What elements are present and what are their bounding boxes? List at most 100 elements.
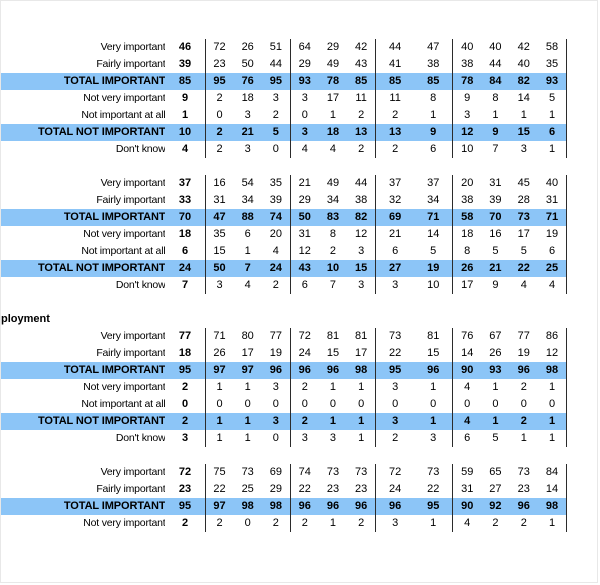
data-cell: 8	[329, 228, 337, 240]
data-cell: 4	[520, 279, 527, 291]
data-cell: 27	[489, 483, 502, 495]
data-cell: 58	[452, 209, 482, 226]
data-cell: 7	[233, 260, 262, 277]
row-total-value: 77	[178, 330, 192, 342]
data-cell: 80	[241, 330, 254, 342]
data-cell: 2	[204, 124, 234, 141]
data-cell: 25	[241, 483, 254, 495]
data-cell: 3	[289, 430, 319, 447]
data-cell: 73	[509, 209, 539, 226]
data-cell: 1	[538, 379, 568, 396]
data-cell: 2	[272, 517, 279, 529]
row-label-very-important: Very important	[100, 177, 166, 189]
data-cell: 6	[430, 143, 437, 155]
data-cell: 39	[269, 194, 282, 206]
group-label: ployment	[1, 311, 567, 328]
data-cell: 4	[538, 277, 568, 294]
data-cell: 78	[452, 73, 482, 90]
data-cell: 1	[481, 413, 510, 430]
data-cell: 90	[452, 362, 482, 379]
data-cell: 95	[261, 73, 291, 90]
data-cell: 9	[481, 124, 510, 141]
data-cell: 2	[204, 141, 234, 158]
row-total-value: 39	[178, 58, 192, 70]
row-label-don-t-know: Don't know	[115, 143, 166, 155]
data-cell: 42	[517, 41, 530, 53]
data-cell: 95	[375, 362, 415, 379]
data-cell: 12	[289, 243, 319, 260]
data-cell: 73	[375, 328, 415, 345]
data-cell: 84	[481, 73, 510, 90]
data-cell: 37	[375, 175, 415, 192]
data-cell: 0	[520, 398, 527, 410]
data-cell: 93	[481, 362, 510, 379]
data-cell: 25	[538, 260, 568, 277]
data-cell: 15	[509, 124, 539, 141]
data-cell: 6	[244, 228, 251, 240]
data-cell: 3	[272, 92, 279, 104]
data-cell: 1	[538, 515, 568, 532]
data-cell: 21	[289, 175, 319, 192]
data-cell: 15	[204, 243, 234, 260]
data-cell: 64	[289, 39, 319, 56]
data-cell: 3	[289, 90, 319, 107]
data-cell: 29	[289, 56, 319, 73]
row-label-total-important: TOTAL IMPORTANT	[1, 498, 166, 515]
data-cell: 93	[538, 73, 568, 90]
data-cell: 3	[329, 432, 337, 444]
row-total-value: 24	[165, 260, 206, 277]
data-cell: 96	[289, 362, 319, 379]
data-cell: 85	[347, 73, 376, 90]
data-cell: 0	[452, 396, 482, 413]
data-cell: 14	[538, 481, 568, 498]
row-label-fairly-important: Fairly important	[96, 483, 166, 495]
data-cell: 50	[241, 58, 254, 70]
data-cell: 1	[318, 413, 348, 430]
table-row: Very important 37 16 54 35 21 49 44 37 37 20 31 45 40	[1, 175, 568, 192]
row-label-fairly-important: Fairly important	[96, 194, 166, 206]
data-cell: 50	[289, 209, 319, 226]
data-cell: 96	[375, 498, 415, 515]
data-cell: 67	[489, 330, 502, 342]
row-label-not-important-at-all: Not important at all	[81, 245, 166, 257]
data-cell: 72	[289, 328, 319, 345]
data-cell: 73	[326, 466, 340, 478]
data-cell: 22	[289, 481, 319, 498]
data-cell: 11	[355, 92, 367, 104]
row-label-fairly-important: Fairly important	[96, 347, 166, 359]
data-cell: 43	[289, 260, 319, 277]
data-cell: 3	[452, 107, 482, 124]
table-row: Very important 46 72 26 51 64 29 42 44 47 40 40 42 58	[1, 39, 568, 56]
data-cell: 24	[289, 345, 319, 362]
data-cell: 1	[358, 381, 365, 393]
data-cell: 73	[355, 466, 368, 478]
data-cell: 98	[261, 498, 291, 515]
data-cell: 11	[375, 90, 415, 107]
data-cell: 92	[481, 498, 510, 515]
data-cell: 31	[289, 226, 319, 243]
data-cell: 5	[430, 245, 437, 257]
row-label-fairly-important: Fairly important	[96, 58, 166, 70]
data-cell: 88	[233, 209, 262, 226]
data-cell: 84	[538, 464, 568, 481]
data-cell: 17	[452, 277, 482, 294]
data-cell: 2	[289, 413, 319, 430]
data-cell: 0	[430, 398, 437, 410]
data-cell: 31	[538, 192, 568, 209]
data-cell: 6	[289, 277, 319, 294]
data-cell: 76	[452, 328, 482, 345]
data-cell: 2	[492, 517, 499, 529]
data-cell: 1	[329, 517, 337, 529]
row-total-value: 2	[181, 517, 189, 529]
table-row: Not important at all 1 0 3 2 0 1 2 2 1 3 1 1 1	[1, 107, 568, 124]
data-cell: 4	[289, 141, 319, 158]
data-cell: 35	[538, 56, 568, 73]
data-cell: 24	[261, 260, 291, 277]
data-cell: 1	[329, 109, 337, 121]
table-row: Very important 72 75 73 69 74 73 73 72 73 59 65 73 84	[1, 464, 568, 481]
data-cell: 73	[241, 466, 254, 478]
data-cell: 47	[204, 209, 234, 226]
data-cell: 97	[204, 498, 234, 515]
data-cell: 2	[289, 515, 319, 532]
table-row: Not very important 2 1 1 3 2 1 1 3 1 4 1 2 1	[1, 379, 568, 396]
